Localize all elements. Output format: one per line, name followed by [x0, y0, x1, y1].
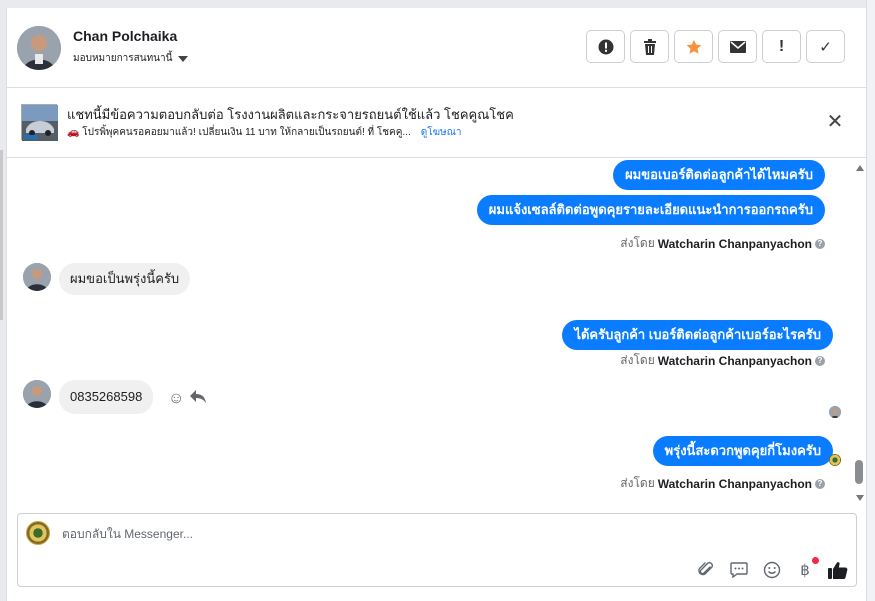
header-actions: ! ✓ — [586, 30, 845, 63]
message-tools: ☺ — [168, 390, 207, 409]
conversation-header: Chan Polchaika มอบหมายการสนทนานี้ ! ✓ — [7, 8, 867, 88]
assign-label: มอบหมายการสนทนานี้ — [73, 53, 173, 64]
ad-reply-banner: แชทนี้มีข้อความตอบกลับต่อ โรงงานผลิตและก… — [7, 88, 867, 158]
sent-by-label: ส่งโดย Watcharin Chanpanyachon ? — [620, 351, 825, 370]
outer-scrollbar-track — [866, 0, 875, 601]
message-thread: ผมขอเบอร์ติดต่อลูกค้าได้ไหมครับ ผมแจ้งเซ… — [7, 158, 867, 510]
composer-toolbar: ฿ — [696, 557, 848, 580]
ad-thumbnail[interactable] — [21, 104, 58, 141]
seen-avatar — [829, 406, 841, 418]
follow-up-button[interactable]: ! — [762, 30, 801, 63]
exclamation-icon: ! — [778, 37, 785, 55]
sent-by-prefix: ส่งโดย — [620, 353, 655, 367]
chevron-down-icon — [178, 55, 189, 62]
contact-name[interactable]: Chan Polchaika — [73, 28, 177, 44]
star-button[interactable] — [674, 30, 713, 63]
thumbs-up-icon[interactable] — [828, 560, 848, 580]
scroll-down-arrow-icon[interactable] — [856, 495, 864, 501]
react-emoji-icon[interactable]: ☺ — [168, 390, 184, 409]
message-outgoing[interactable]: พรุ่งนี้สะดวกพูดคุยกี่โมงครับ — [652, 436, 833, 466]
contact-avatar-small[interactable] — [23, 380, 51, 408]
message-outgoing[interactable]: ผมแจ้งเซลล์ติดต่อพูดคุยรายละเอียดแนะนำกา… — [476, 195, 825, 225]
ad-subtitle-row: 🚗 โปรพิ้พุคคนรอคอยมาแล้ว! เปลี่ยนเงิน 11… — [67, 125, 462, 140]
page-seen-avatar — [829, 454, 841, 466]
sent-by-label: ส่งโดย Watcharin Chanpanyachon ? — [620, 474, 825, 493]
info-icon[interactable]: ? — [815, 478, 825, 489]
contact-avatar[interactable] — [17, 26, 61, 70]
page-avatar — [26, 521, 50, 545]
check-icon: ✓ — [819, 38, 832, 56]
sent-by-prefix: ส่งโดย — [620, 236, 655, 250]
sent-by-prefix: ส่งโดย — [620, 476, 655, 490]
chat-scrollbar[interactable] — [854, 158, 866, 510]
notification-dot — [812, 557, 819, 564]
info-icon[interactable]: ? — [815, 238, 825, 249]
mark-spam-button[interactable] — [586, 30, 625, 63]
scrollbar-thumb[interactable] — [855, 460, 863, 484]
message-outgoing[interactable]: ได้ครับลูกค้า เบอร์ติดต่อลูกค้าเบอร์อะไร… — [562, 320, 833, 350]
delete-button[interactable] — [630, 30, 669, 63]
info-icon[interactable]: ? — [815, 355, 825, 366]
sender-name: Watcharin Chanpanyachon — [657, 353, 812, 368]
message-incoming[interactable]: 0835268598 — [59, 380, 154, 414]
conversation-panel: Chan Polchaika มอบหมายการสนทนานี้ ! ✓ แช… — [6, 8, 867, 601]
sent-by-label: ส่งโดย Watcharin Chanpanyachon ? — [620, 234, 825, 253]
message-incoming[interactable]: ผมขอเป็นพรุ่งนี้ครับ — [59, 263, 191, 295]
mark-done-button[interactable]: ✓ — [806, 30, 845, 63]
reply-icon[interactable] — [190, 390, 207, 409]
assign-conversation-dropdown[interactable]: มอบหมายการสนทนานี้ — [73, 51, 189, 66]
close-icon[interactable]: ✕ — [823, 110, 847, 134]
emoji-icon[interactable] — [762, 560, 782, 580]
view-ad-link[interactable]: ดูโฆษณา — [421, 125, 462, 140]
saved-reply-icon[interactable] — [729, 560, 749, 580]
scroll-up-arrow-icon[interactable] — [856, 165, 864, 171]
reply-input[interactable] — [62, 527, 562, 541]
ad-title: แชทนี้มีข้อความตอบกลับต่อ โรงงานผลิตและก… — [67, 107, 514, 122]
trash-icon — [643, 38, 656, 55]
window-edge — [0, 150, 3, 320]
mark-unread-button[interactable] — [718, 30, 757, 63]
star-icon — [686, 39, 701, 54]
paperclip-icon[interactable] — [696, 560, 716, 580]
sender-name: Watcharin Chanpanyachon — [657, 476, 812, 491]
baht-payment-icon[interactable]: ฿ — [795, 557, 819, 580]
alert-circle-icon — [598, 39, 613, 54]
ad-description: 🚗 โปรพิ้พุคคนรอคอยมาแล้ว! เปลี่ยนเงิน 11… — [67, 127, 411, 138]
message-outgoing[interactable]: ผมขอเบอร์ติดต่อลูกค้าได้ไหมครับ — [613, 160, 825, 190]
reply-composer: ฿ — [17, 513, 857, 587]
contact-avatar-small[interactable] — [23, 263, 51, 291]
sender-name: Watcharin Chanpanyachon — [657, 236, 812, 251]
envelope-icon — [729, 40, 746, 53]
